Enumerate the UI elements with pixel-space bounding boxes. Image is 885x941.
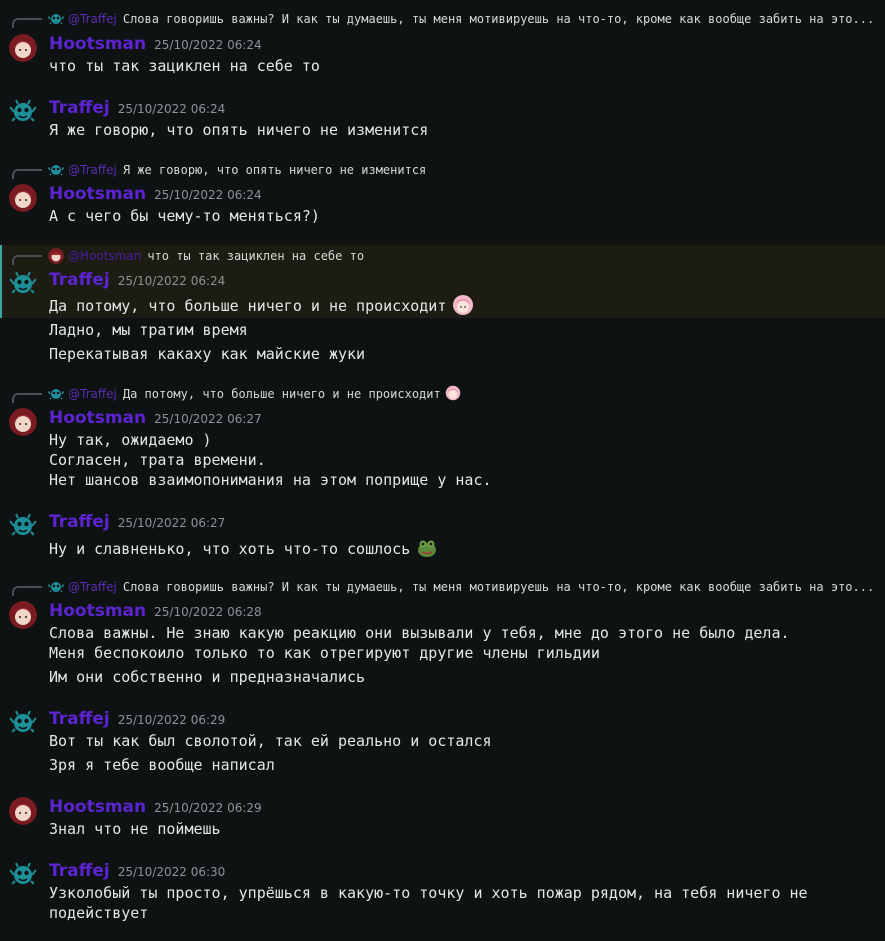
hootsman-avatar-icon[interactable] xyxy=(9,797,37,825)
reply-spine xyxy=(12,393,42,403)
username[interactable]: Hootsman xyxy=(49,601,146,621)
timestamp: 25/10/2022 06:24 xyxy=(154,38,262,52)
reply-preview[interactable]: @Traffej Я же говорю, что опять ничего не… xyxy=(0,161,885,179)
hootsman-avatar-icon xyxy=(48,248,64,264)
reply-user[interactable]: @Traffej xyxy=(68,580,117,594)
username[interactable]: Traffej xyxy=(49,861,110,881)
username[interactable]: Hootsman xyxy=(49,34,146,54)
timestamp: 25/10/2022 06:29 xyxy=(154,801,262,815)
message-header: Hootsman 25/10/2022 06:28 xyxy=(49,601,262,621)
hootsman-avatar-icon[interactable] xyxy=(9,34,37,62)
username[interactable]: Traffej xyxy=(49,270,110,290)
message-header: Traffej 25/10/2022 06:29 xyxy=(49,709,225,729)
message-header: Traffej 25/10/2022 06:27 xyxy=(49,512,225,532)
reply-user[interactable]: @Hootsman xyxy=(68,249,141,263)
hootsman-avatar-icon[interactable] xyxy=(9,408,37,436)
username[interactable]: Traffej xyxy=(49,709,110,729)
reply-text: Да потому, что больше ничего и не происх… xyxy=(122,387,441,401)
username[interactable]: Hootsman xyxy=(49,184,146,204)
message-text: А с чего бы чему-то меняться?) xyxy=(49,207,320,225)
message-text: что ты так зациклен на себе то xyxy=(49,57,320,75)
message-text: Нет шансов взаимопонимания на этом попри… xyxy=(49,471,492,489)
reply-text: что ты так зациклен на себе то xyxy=(147,249,365,263)
message-text: Зря я тебе вообще написал xyxy=(49,756,275,774)
message-text: Слова важны. Не знаю какую реакцию они в… xyxy=(49,624,790,642)
username[interactable]: Hootsman xyxy=(49,797,146,817)
timestamp: 25/10/2022 06:28 xyxy=(154,605,262,619)
traffej-avatar-icon xyxy=(48,162,64,178)
message-header: Traffej 25/10/2022 06:30 xyxy=(49,861,225,881)
reply-spine xyxy=(12,18,42,28)
message-text: Я же говорю, что опять ничего не изменит… xyxy=(49,121,429,139)
timestamp: 25/10/2022 06:29 xyxy=(117,713,226,727)
message-text: Ну и славненько, что хоть что-то сошлось xyxy=(49,537,438,559)
reply-user[interactable]: @Traffej xyxy=(68,387,117,401)
chat-log: @Traffej Слова говоришь важны? И как ты д… xyxy=(0,0,885,941)
reply-preview[interactable]: @Traffej Да потому, что больше ничего и н… xyxy=(0,385,885,403)
hootsman-avatar-icon[interactable] xyxy=(9,184,37,212)
message-header: Traffej 25/10/2022 06:24 xyxy=(49,98,225,118)
message-text: Меня беспокоило только то как отрегируют… xyxy=(49,644,600,662)
timestamp: 25/10/2022 06:27 xyxy=(154,412,262,426)
reply-user[interactable]: @Traffej xyxy=(68,163,117,177)
message-header: Hootsman 25/10/2022 06:24 xyxy=(49,34,262,54)
message-text: Узколобый ты просто, упрёшься в какую-то… xyxy=(49,884,808,902)
message-text: Согласен, трата времени. xyxy=(49,451,266,469)
message-text-content: Ну и славненько, что хоть что-то сошлось xyxy=(49,540,411,558)
reply-text: Слова говоришь важны? И как ты думаешь, … xyxy=(122,580,875,594)
traffej-avatar-icon xyxy=(48,386,64,402)
message-text-content: Да потому, что больше ничего и не происх… xyxy=(49,297,447,315)
traffej-avatar-icon[interactable] xyxy=(9,709,37,737)
frog-emoji-icon[interactable] xyxy=(416,537,438,559)
message-text: Перекатывая какаху как майские жуки xyxy=(49,345,366,363)
timestamp: 25/10/2022 06:30 xyxy=(117,865,226,879)
reply-text: Слова говоришь важны? И как ты думаешь, … xyxy=(122,12,875,26)
traffej-avatar-icon[interactable] xyxy=(9,98,37,126)
username[interactable]: Hootsman xyxy=(49,408,146,428)
message-header: Hootsman 25/10/2022 06:29 xyxy=(49,797,262,817)
anime-girl-emoji-icon[interactable] xyxy=(452,294,474,316)
timestamp: 25/10/2022 06:24 xyxy=(154,188,262,202)
reply-spine xyxy=(12,169,42,179)
timestamp: 25/10/2022 06:24 xyxy=(117,274,226,288)
message-header: Traffej 25/10/2022 06:24 xyxy=(49,270,225,290)
message-text: Да потому, что больше ничего и не происх… xyxy=(49,294,474,316)
reply-spine xyxy=(12,255,42,265)
reply-user[interactable]: @Traffej xyxy=(68,12,117,26)
username[interactable]: Traffej xyxy=(49,512,110,532)
traffej-avatar-icon xyxy=(48,579,64,595)
reply-preview[interactable]: @Hootsman что ты так зациклен на себе то xyxy=(0,247,885,265)
message-text: Ну так, ожидаемо ) xyxy=(49,431,212,449)
message-header: Hootsman 25/10/2022 06:27 xyxy=(49,408,262,428)
traffej-avatar-icon[interactable] xyxy=(9,512,37,540)
reply-preview[interactable]: @Traffej Слова говоришь важны? И как ты д… xyxy=(0,10,885,28)
anime-girl-emoji-icon xyxy=(445,385,461,401)
reply-preview[interactable]: @Traffej Слова говоришь важны? И как ты д… xyxy=(0,578,885,596)
traffej-avatar-icon[interactable] xyxy=(9,861,37,889)
hootsman-avatar-icon[interactable] xyxy=(9,601,37,629)
message-header: Hootsman 25/10/2022 06:24 xyxy=(49,184,262,204)
message-text: Им они собственно и предназначались xyxy=(49,668,366,686)
traffej-avatar-icon xyxy=(48,11,64,27)
message-text: подействует xyxy=(49,904,149,922)
traffej-avatar-icon[interactable] xyxy=(9,270,37,298)
username[interactable]: Traffej xyxy=(49,98,110,118)
timestamp: 25/10/2022 06:27 xyxy=(117,516,226,530)
message-text: Знал что не поймешь xyxy=(49,820,221,838)
timestamp: 25/10/2022 06:24 xyxy=(117,102,226,116)
reply-text: Я же говорю, что опять ничего не изменит… xyxy=(122,163,427,177)
message-text: Вот ты как был сволотой, так ей реально … xyxy=(49,732,492,750)
reply-spine xyxy=(12,586,42,596)
message-text: Ладно, мы тратим время xyxy=(49,321,248,339)
